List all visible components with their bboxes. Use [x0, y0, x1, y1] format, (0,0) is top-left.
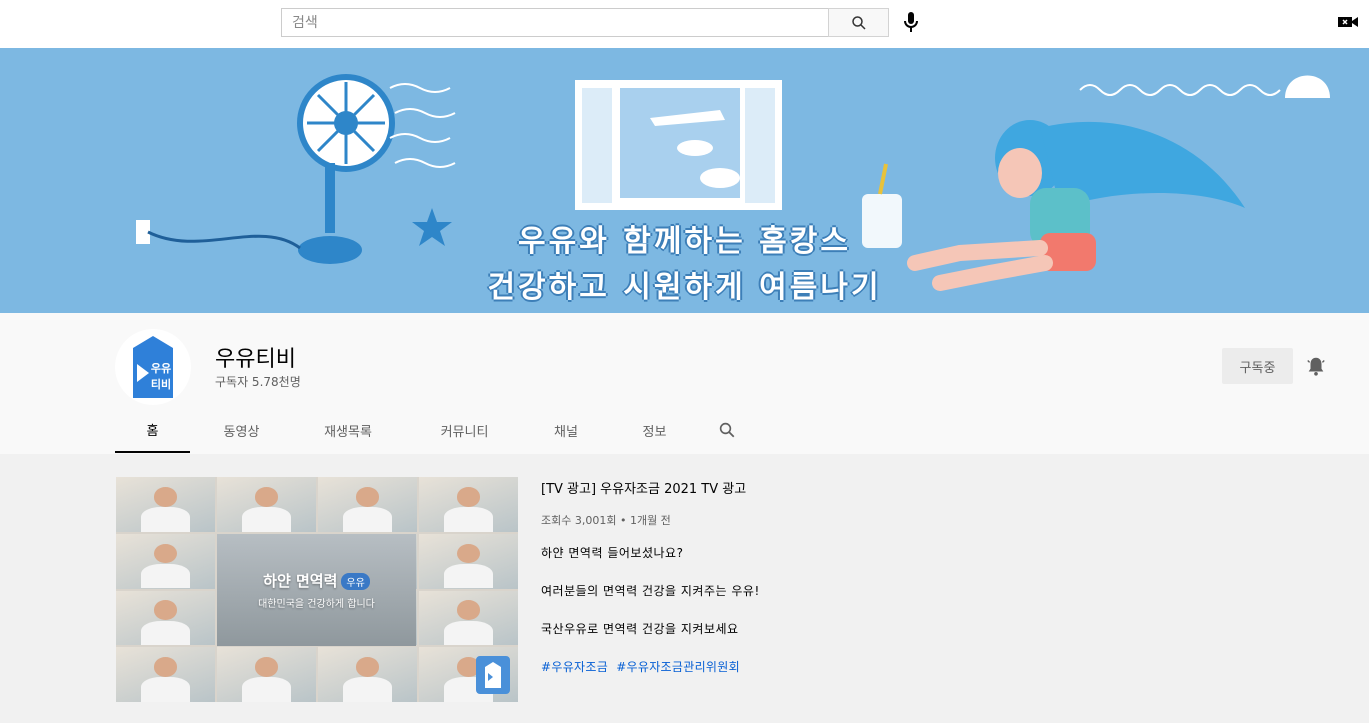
tab-channels[interactable]: 채널	[526, 407, 606, 453]
search-box	[281, 8, 889, 37]
tab-playlists[interactable]: 재생목록	[293, 407, 403, 453]
thumbnail-small-text: 대한민국을 건강하게 합니다	[258, 599, 375, 610]
thumbnail-watermark-logo	[476, 656, 510, 694]
milk-carton-logo-icon: 우유 티비	[133, 336, 173, 398]
tab-community[interactable]: 커뮤니티	[403, 407, 526, 453]
banner-headline: 우유와 함께하는 홈캉스	[518, 224, 851, 259]
video-title[interactable]: [TV 광고] 우유자조금 2021 TV 광고	[541, 478, 746, 497]
thumbnail-frame	[318, 647, 417, 702]
video-description-line: 하얀 면역력 들어보셨나요?	[541, 546, 684, 560]
thumbnail-frame	[116, 533, 215, 589]
channel-tabs: 홈 동영상 재생목록 커뮤니티 채널 정보	[115, 407, 751, 453]
video-meta: 조회수 3,001회 • 1개월 전	[541, 514, 671, 527]
thumbnail-frame	[318, 477, 417, 532]
video-description-line: 국산우유로 면역력 건강을 지켜보세요	[541, 622, 739, 636]
hashtag-list: #우유자조금 #우유자조금관리위원회	[541, 658, 744, 675]
thumbnail-center-panel: 하얀 면역력 우유 대한민국을 건강하게 합니다	[217, 534, 416, 646]
thumbnail-headline: 하얀 면역력 우유	[263, 570, 370, 591]
create-video-button[interactable]	[1337, 12, 1359, 32]
top-bar	[0, 0, 1369, 48]
tab-home[interactable]: 홈	[115, 407, 190, 453]
search-button[interactable]	[828, 8, 889, 37]
thumbnail-big-text: 하얀 면역력	[263, 572, 338, 590]
banner-subheadline: 건강하고 시원하게 여름나기	[487, 270, 882, 305]
video-camera-icon	[1338, 17, 1358, 27]
hashtag-link[interactable]: #우유자조금관리위원회	[616, 660, 740, 674]
svg-text:우유: 우유	[151, 362, 171, 375]
mic-icon	[904, 12, 918, 32]
search-icon	[719, 422, 735, 438]
thumbnail-frame	[116, 647, 215, 702]
thumbnail-frame	[116, 590, 215, 646]
search-input[interactable]	[281, 8, 828, 37]
thumbnail-tag: 우유	[341, 573, 370, 590]
milk-carton-logo-icon	[485, 662, 501, 688]
subscribed-button[interactable]: 구독중	[1222, 348, 1293, 384]
channel-name: 우유티비	[215, 347, 296, 372]
notification-bell-button[interactable]	[1305, 355, 1327, 377]
mic-button[interactable]	[900, 10, 922, 34]
thumbnail-frame	[217, 647, 316, 702]
featured-video-section: 하얀 면역력 우유 대한민국을 건강하게 합니다 [TV 광고] 우유자조금 20…	[0, 454, 1369, 723]
tab-videos[interactable]: 동영상	[190, 407, 293, 453]
subscriber-count: 구독자 5.78천명	[215, 375, 301, 389]
channel-avatar[interactable]: 우유 티비	[115, 329, 191, 405]
video-thumbnail[interactable]: 하얀 면역력 우유 대한민국을 건강하게 합니다	[116, 477, 518, 702]
bell-icon	[1307, 357, 1325, 376]
hashtag-link[interactable]: #우유자조금	[541, 660, 608, 674]
video-description-line: 여러분들의 면역력 건강을 지켜주는 우유!	[541, 584, 760, 598]
svg-text:티비: 티비	[151, 377, 171, 391]
thumbnail-frame	[419, 533, 518, 589]
channel-search-button[interactable]	[703, 407, 751, 453]
thumbnail-frame	[419, 477, 518, 532]
thumbnail-frame	[116, 477, 215, 532]
search-icon	[851, 15, 866, 30]
channel-header: 우유 티비 우유티비 구독자 5.78천명 구독중 홈 동영상 재생목록 커뮤니…	[0, 313, 1369, 454]
thumbnail-frame	[419, 590, 518, 646]
tab-about[interactable]: 정보	[606, 407, 703, 453]
thumbnail-frame	[217, 477, 316, 532]
channel-banner: 우유와 함께하는 홈캉스 건강하고 시원하게 여름나기	[0, 48, 1369, 313]
